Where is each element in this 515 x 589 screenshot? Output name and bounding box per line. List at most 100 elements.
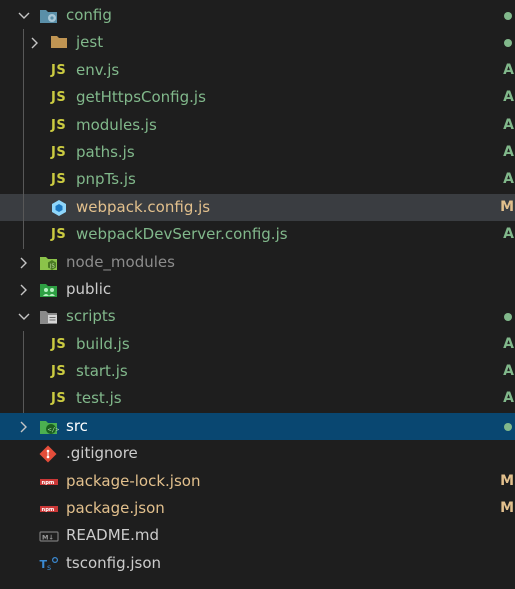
indent-guide — [23, 221, 24, 249]
javascript-file-icon: JS — [51, 172, 67, 188]
node-modules-folder-icon: JS — [39, 254, 57, 272]
git-status-modified: M — [500, 500, 514, 517]
status-dot — [504, 313, 512, 322]
tree-item-package-lock-json[interactable]: npm package-lock.json M — [0, 468, 515, 495]
status-dot — [504, 12, 512, 20]
javascript-file-icon: JS — [51, 391, 67, 407]
tree-item-label: getHttpsConfig.js — [76, 88, 206, 107]
svg-text:JS: JS — [49, 263, 55, 269]
tree-item-label: package.json — [66, 499, 165, 518]
javascript-file-icon: JS — [51, 144, 67, 160]
tree-item-label: webpack.config.js — [76, 197, 211, 216]
javascript-file-icon: JS — [51, 227, 67, 243]
src-folder-icon: </> — [39, 418, 59, 436]
git-status-added: A — [503, 335, 514, 352]
npm-icon: npm — [39, 500, 58, 518]
npm-icon: npm — [39, 473, 58, 491]
tree-item-webpackdevserver-config-js[interactable]: JS webpackDevServer.config.js A — [0, 221, 515, 249]
svg-text:npm: npm — [42, 507, 55, 513]
tree-item-label: paths.js — [76, 142, 135, 161]
tree-item-label: tsconfig.json — [66, 553, 162, 572]
indent-guide — [23, 29, 24, 57]
chevron-down-icon[interactable] — [16, 303, 32, 330]
tree-item-label: start.js — [76, 362, 128, 381]
git-status-added: A — [503, 89, 514, 106]
tree-item-label: public — [66, 279, 112, 298]
folder-icon — [50, 34, 68, 52]
tree-item-label: README.md — [66, 526, 160, 545]
chevron-right-icon[interactable] — [16, 276, 32, 303]
tree-item-public-folder[interactable]: public — [0, 276, 515, 303]
git-status-added: A — [503, 143, 514, 160]
tree-item-label: src — [66, 416, 88, 435]
tree-item-webpack-config-js[interactable]: webpack.config.js M — [0, 193, 515, 222]
chevron-right-icon[interactable] — [16, 249, 32, 276]
git-status-added: A — [503, 363, 514, 380]
tree-item-gethttpsconfig-js[interactable]: JS getHttpsConfig.js A — [0, 84, 515, 112]
tree-item-label: pnpTs.js — [76, 170, 136, 189]
tree-item-gitignore[interactable]: .gitignore — [0, 440, 515, 467]
scripts-folder-icon — [39, 308, 57, 326]
tree-item-label: webpackDevServer.config.js — [76, 225, 288, 244]
indent-guide — [23, 166, 24, 194]
tree-item-jest-folder[interactable]: jest — [0, 29, 515, 57]
chevron-down-icon[interactable] — [16, 2, 32, 29]
git-status-added: A — [503, 61, 514, 78]
tree-item-pnpts-js[interactable]: JS pnpTs.js A — [0, 166, 515, 194]
chevron-right-icon[interactable] — [27, 29, 43, 56]
svg-text:</>: </> — [48, 425, 59, 433]
tree-item-scripts-folder[interactable]: scripts — [0, 303, 515, 330]
indent-guide — [23, 111, 24, 139]
git-icon — [39, 445, 57, 463]
git-status-modified: M — [500, 198, 514, 215]
svg-text:s: s — [47, 563, 51, 572]
tree-item-node-modules-folder[interactable]: JS node_modules — [0, 249, 515, 276]
tree-item-config-folder[interactable]: config — [0, 2, 515, 29]
tree-item-start-js[interactable]: JS start.js A — [0, 358, 515, 386]
chevron-right-icon[interactable] — [16, 413, 32, 440]
tree-item-tsconfig-json[interactable]: T s tsconfig.json — [0, 550, 515, 577]
tree-item-label: jest — [76, 33, 104, 52]
indent-guide — [23, 56, 24, 85]
indent-guide — [23, 138, 24, 167]
tree-item-label: scripts — [66, 307, 116, 326]
javascript-file-icon: JS — [51, 336, 67, 352]
tree-item-label: config — [66, 6, 112, 24]
tree-item-label: build.js — [76, 334, 130, 353]
tree-item-label: test.js — [76, 389, 122, 408]
svg-text:npm: npm — [42, 480, 55, 486]
tree-item-label: node_modules — [66, 252, 175, 271]
git-status-added: A — [503, 171, 514, 188]
tree-item-label: package-lock.json — [66, 471, 201, 490]
indent-guide — [23, 330, 24, 359]
tree-item-readme-md[interactable]: M↓ README.md — [0, 522, 515, 549]
indent-guide — [23, 84, 24, 112]
tree-item-label: .gitignore — [66, 444, 138, 463]
status-dot — [504, 39, 512, 48]
svg-text:M↓: M↓ — [42, 534, 54, 542]
tree-item-package-json[interactable]: npm package.json M — [0, 495, 515, 522]
tree-item-test-js[interactable]: JS test.js A — [0, 385, 515, 413]
config-folder-icon — [39, 7, 57, 25]
tree-item-env-js[interactable]: JS env.js A — [0, 56, 515, 85]
indent-guide — [23, 358, 24, 386]
tree-item-modules-js[interactable]: JS modules.js A — [0, 111, 515, 139]
status-dot — [504, 422, 512, 431]
javascript-file-icon: JS — [51, 117, 67, 133]
tree-item-label: env.js — [76, 60, 120, 79]
git-status-added: A — [503, 390, 514, 407]
javascript-file-icon: JS — [51, 90, 67, 106]
tree-item-label: modules.js — [76, 115, 157, 134]
tree-item-build-js[interactable]: JS build.js A — [0, 330, 515, 359]
git-status-added: A — [503, 116, 514, 133]
javascript-file-icon: JS — [51, 62, 67, 78]
git-status-added: A — [503, 226, 514, 243]
typescript-config-icon: T s — [39, 555, 59, 573]
file-explorer-tree: config jest JS env.js A JS getHttpsConfi… — [0, 2, 515, 577]
public-folder-icon — [39, 281, 57, 299]
markdown-icon: M↓ — [39, 527, 59, 545]
tree-item-src-folder[interactable]: </> src — [0, 412, 515, 441]
tree-item-paths-js[interactable]: JS paths.js A — [0, 138, 515, 167]
indent-guide — [23, 193, 24, 222]
git-status-modified: M — [500, 472, 514, 489]
